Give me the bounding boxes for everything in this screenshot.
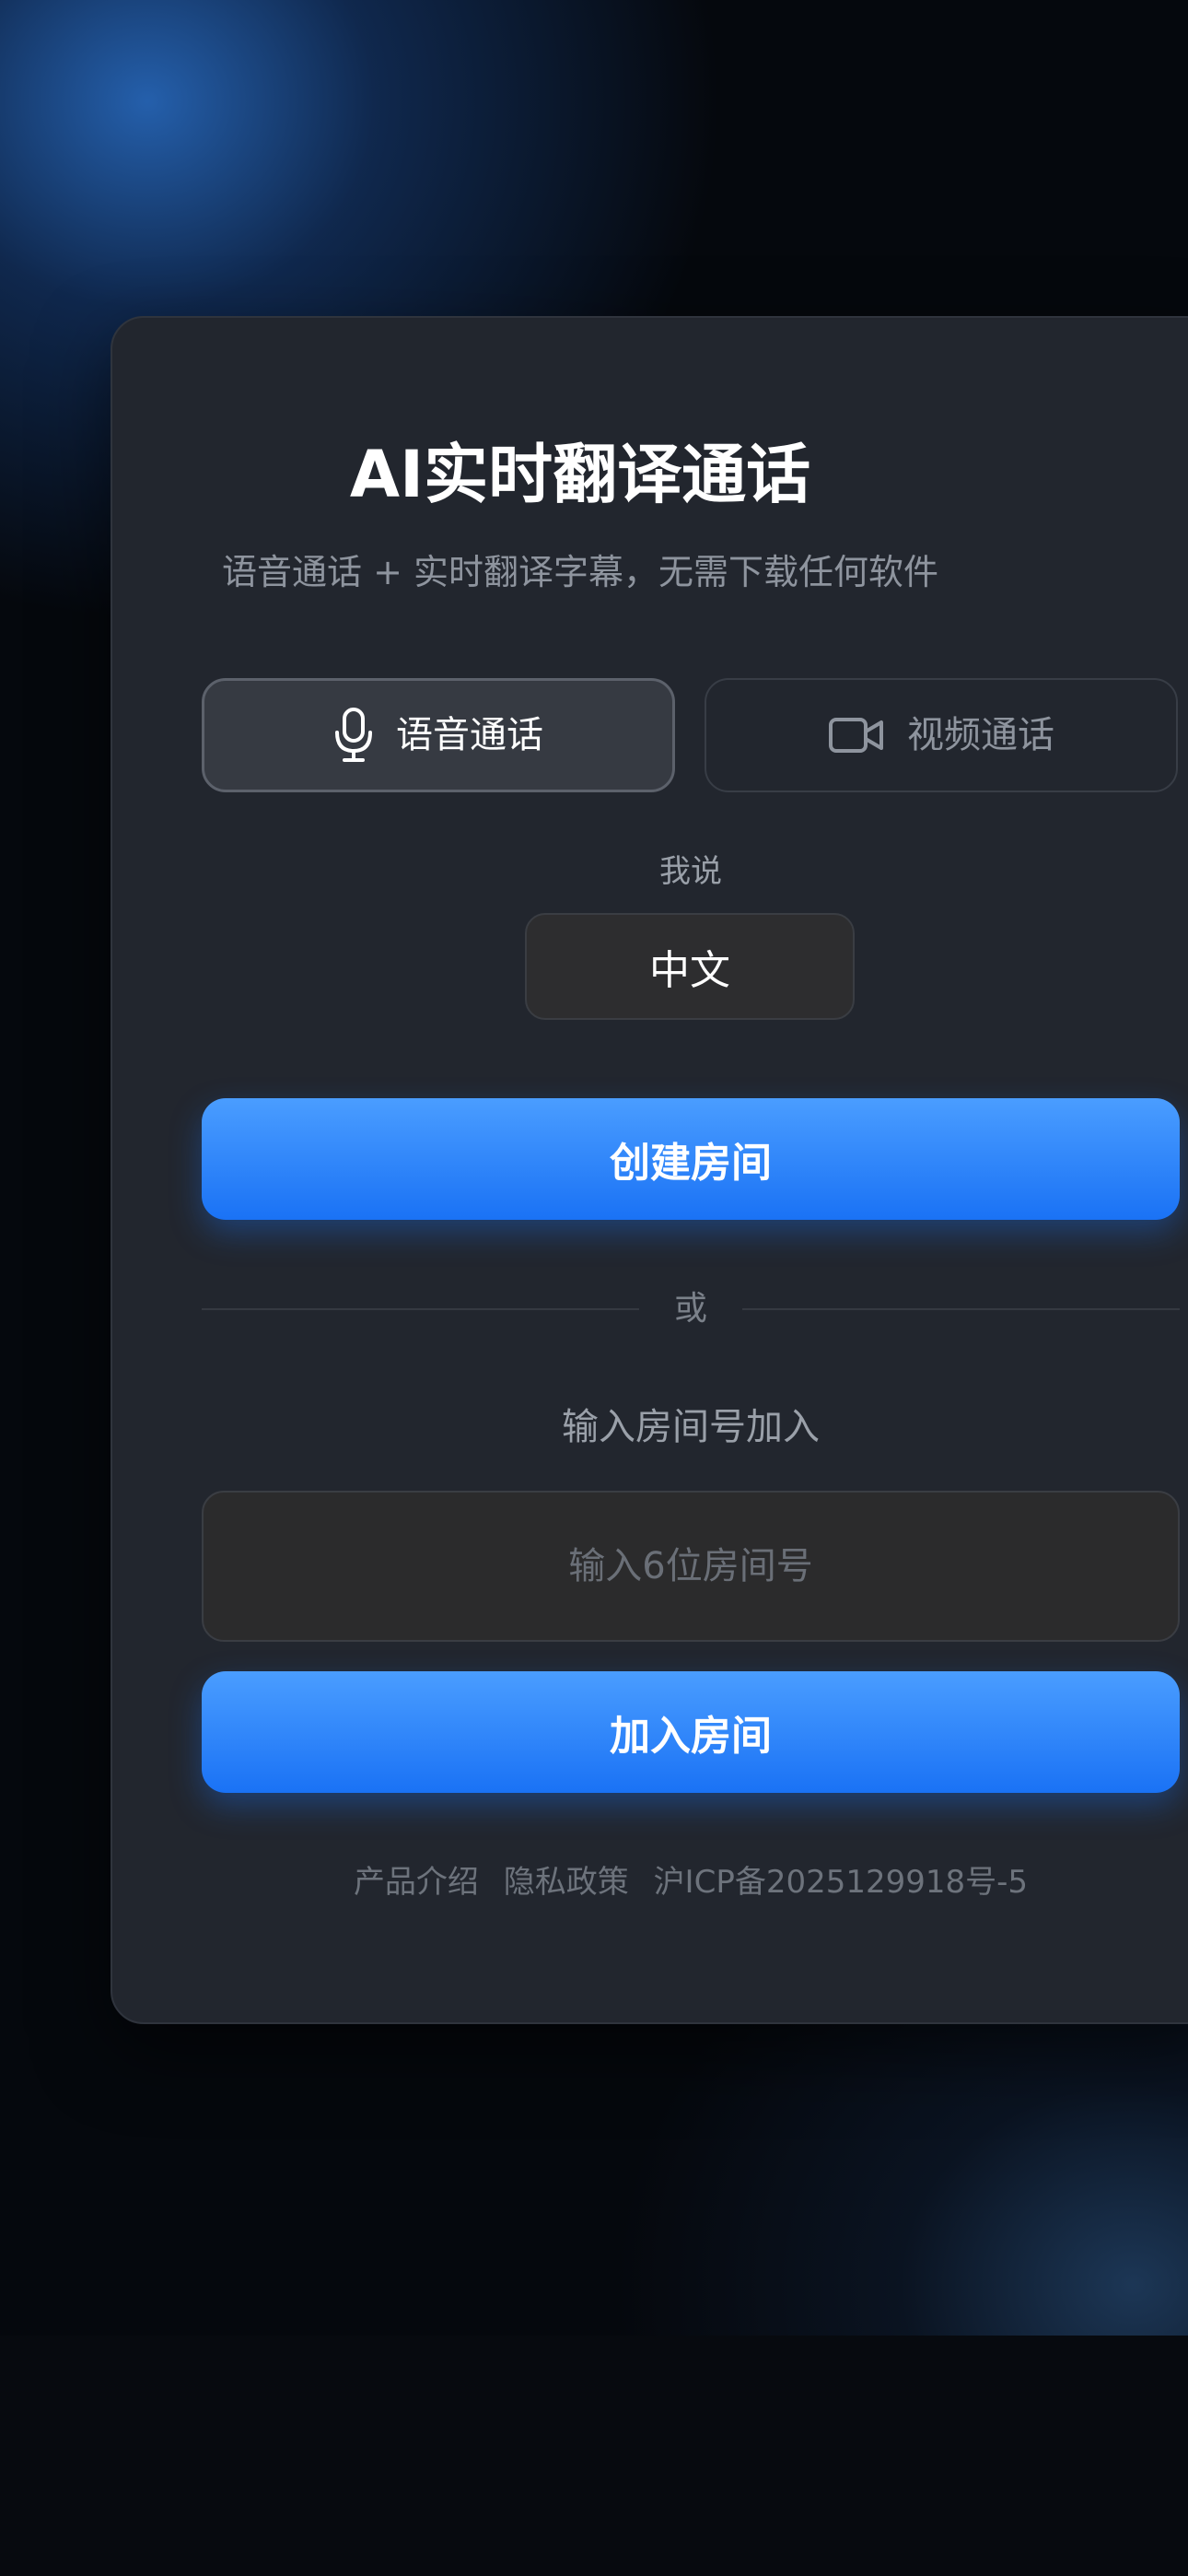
page-title: AI实时翻译通话 (349, 437, 811, 512)
microphone-icon (333, 707, 374, 764)
voice-call-label: 语音通话 (396, 714, 543, 756)
divider-text: 或 (674, 1290, 708, 1328)
footer: 产品介绍 隐私政策 沪ICP备2025129918号-5 (0, 1859, 1188, 1905)
divider-line-left (202, 1308, 639, 1310)
product-intro-link[interactable]: 产品介绍 (354, 1864, 479, 1901)
page-background-bottom (0, 2336, 1188, 2576)
join-room-label: 输入房间号加入 (562, 1406, 820, 1448)
divider-line-right (742, 1308, 1181, 1310)
room-number-input[interactable] (202, 1491, 1180, 1642)
icp-link[interactable]: 沪ICP备2025129918号-5 (654, 1864, 1029, 1901)
speak-language-label: 我说 (659, 853, 722, 890)
or-divider: 或 (202, 1286, 1181, 1332)
video-call-button[interactable]: 视频通话 (705, 678, 1178, 792)
language-select[interactable]: 中文 (525, 913, 855, 1020)
video-camera-icon (828, 715, 885, 755)
page-subtitle: 语音通话 + 实时翻译字幕，无需下载任何软件 (221, 552, 938, 592)
voice-call-button[interactable]: 语音通话 (202, 678, 675, 792)
privacy-policy-link[interactable]: 隐私政策 (504, 1864, 629, 1901)
join-room-button[interactable]: 加入房间 (202, 1671, 1180, 1793)
create-room-button[interactable]: 创建房间 (202, 1098, 1180, 1220)
video-call-label: 视频通话 (907, 714, 1054, 756)
